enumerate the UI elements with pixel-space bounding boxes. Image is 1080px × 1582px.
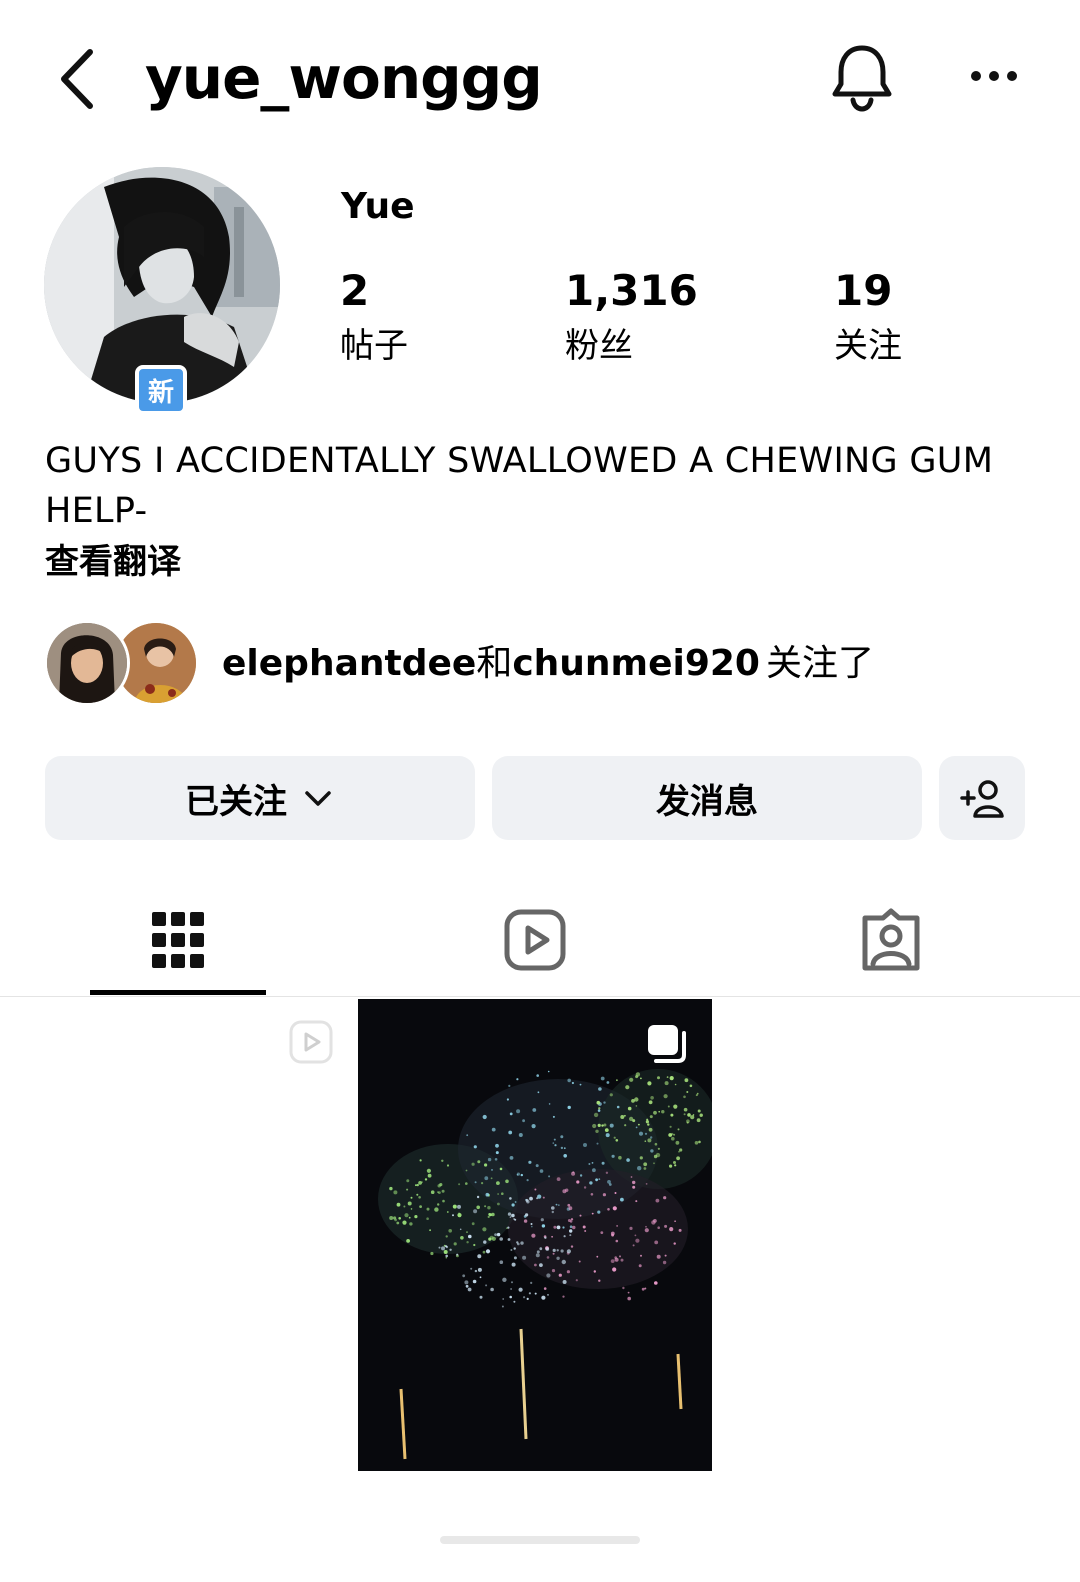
tab-reels[interactable] bbox=[485, 900, 585, 980]
home-indicator bbox=[440, 1536, 640, 1544]
posts-count[interactable]: 2 bbox=[340, 266, 369, 315]
post-tile-fireworks[interactable] bbox=[358, 999, 712, 1471]
tab-posts-grid[interactable] bbox=[128, 900, 228, 980]
new-badge: 新 bbox=[135, 365, 187, 415]
posts-label[interactable]: 帖子 bbox=[340, 318, 408, 367]
carousel-icon bbox=[648, 1025, 686, 1063]
reel-icon bbox=[289, 1020, 333, 1064]
following-label[interactable]: 关注 bbox=[834, 318, 902, 367]
message-button[interactable]: 发消息 bbox=[492, 756, 922, 840]
mutual-followers-text[interactable]: elephantdee和chunmei920 关注了 bbox=[222, 640, 874, 688]
profile-username: yue_wonggg bbox=[145, 44, 543, 112]
followers-count[interactable]: 1,316 bbox=[565, 266, 698, 315]
message-button-label: 发消息 bbox=[656, 781, 758, 822]
active-tab-indicator bbox=[90, 990, 266, 995]
more-horizontal-icon bbox=[971, 71, 1017, 81]
chevron-down-icon bbox=[305, 791, 331, 806]
display-name: Yue bbox=[341, 186, 415, 227]
mutual-user-1[interactable]: elephantdee bbox=[222, 643, 476, 684]
mutual-avatar-1[interactable] bbox=[44, 620, 130, 706]
reel-post-tile[interactable] bbox=[287, 1018, 335, 1066]
chevron-left-icon bbox=[61, 49, 93, 109]
more-options-button[interactable] bbox=[968, 58, 1024, 94]
mutual-user-2[interactable]: chunmei920 bbox=[512, 643, 760, 684]
mutual-joiner: 和 bbox=[476, 643, 513, 684]
following-button[interactable]: 已关注 bbox=[45, 756, 475, 840]
profile-bio: GUYS I ACCIDENTALLY SWALLOWED A CHEWING … bbox=[45, 441, 994, 531]
mutual-suffix: 关注了 bbox=[765, 643, 874, 684]
notifications-button[interactable] bbox=[828, 40, 896, 112]
followers-label[interactable]: 粉丝 bbox=[565, 318, 633, 367]
suggest-users-button[interactable] bbox=[939, 756, 1025, 840]
tab-divider bbox=[0, 996, 1080, 997]
back-button[interactable] bbox=[52, 44, 112, 114]
bell-icon bbox=[832, 45, 892, 112]
tab-tagged[interactable] bbox=[841, 900, 941, 980]
fireworks-image bbox=[358, 999, 712, 1471]
reels-icon bbox=[504, 909, 566, 971]
grid-icon bbox=[152, 912, 204, 968]
following-count[interactable]: 19 bbox=[834, 266, 892, 315]
add-person-icon bbox=[960, 780, 1004, 818]
following-button-label: 已关注 bbox=[185, 781, 287, 822]
tagged-icon bbox=[862, 908, 920, 971]
see-translation-link[interactable]: 查看翻译 bbox=[45, 534, 181, 583]
